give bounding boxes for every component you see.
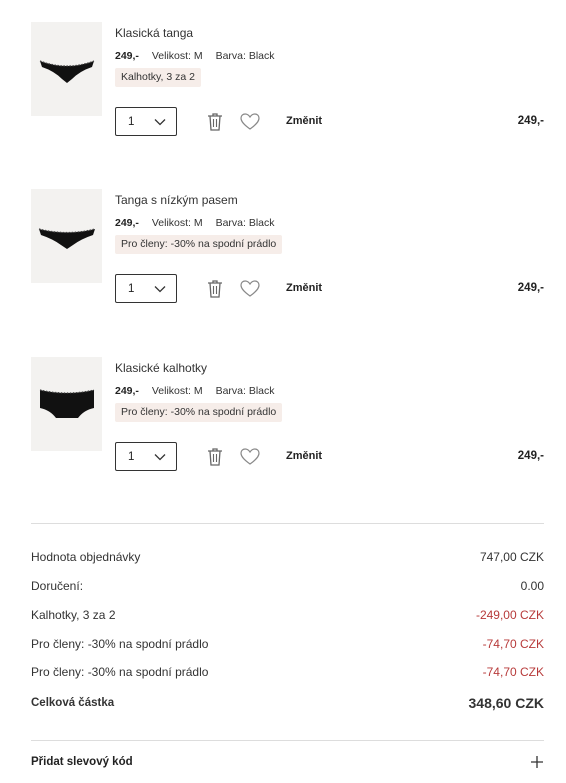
line-total: 249,- [517, 282, 544, 294]
heart-icon[interactable] [240, 113, 260, 131]
coupon-label: Přidat slevový kód [31, 756, 133, 768]
product-color: Barva: Black [215, 50, 275, 62]
promo-badge: Kalhotky, 3 za 2 [115, 68, 201, 87]
change-button[interactable]: Změnit [286, 282, 322, 294]
quantity-select[interactable]: 1 [115, 442, 177, 471]
summary-row-delivery: Doručení: 0.00 [31, 579, 544, 593]
heart-icon[interactable] [240, 448, 260, 466]
summary-value: -74,70 CZK [482, 665, 544, 679]
quantity-value: 1 [128, 282, 135, 295]
cart-item: Tanga s nízkým pasem 249,- Velikost: M B… [0, 189, 566, 329]
summary-value: 0.00 [520, 579, 544, 593]
product-name[interactable]: Klasická tanga [115, 26, 193, 40]
product-name[interactable]: Klasické kalhotky [115, 361, 207, 375]
summary-label: Doručení: [31, 579, 84, 593]
product-color: Barva: Black [215, 217, 275, 229]
divider [31, 523, 544, 524]
summary-row-total: Celková částka 348,60 CZK [31, 695, 544, 711]
product-size: Velikost: M [151, 385, 203, 397]
quantity-value: 1 [128, 450, 135, 463]
thong-icon [39, 60, 94, 83]
summary-row-discount: Pro členy: -30% na spodní prádlo -74,70 … [31, 665, 544, 679]
product-name[interactable]: Tanga s nízkým pasem [115, 193, 238, 207]
product-meta: 249,- Velikost: M Barva: Black [115, 50, 285, 62]
line-total: 249,- [517, 450, 544, 462]
change-button[interactable]: Změnit [286, 450, 322, 462]
trash-icon[interactable] [206, 112, 224, 132]
product-image[interactable] [31, 189, 102, 283]
summary-row-discount: Pro členy: -30% na spodní prádlo -74,70 … [31, 637, 544, 651]
plus-icon [531, 756, 543, 768]
product-size: Velikost: M [151, 50, 203, 62]
divider [31, 740, 544, 741]
product-price: 249,- [115, 385, 139, 397]
product-size: Velikost: M [151, 217, 203, 229]
chevron-down-icon [154, 285, 166, 292]
product-price: 249,- [115, 217, 139, 229]
promo-badge: Pro členy: -30% na spodní prádlo [115, 235, 283, 254]
product-image[interactable] [31, 22, 102, 116]
summary-value: -249,00 CZK [475, 608, 544, 622]
lowrise-thong-icon [38, 228, 95, 249]
summary-label: Kalhotky, 3 za 2 [31, 608, 116, 622]
total-value: 348,60 CZK [468, 695, 544, 711]
cart-item: Klasické kalhotky 249,- Velikost: M Barv… [0, 357, 566, 497]
change-button[interactable]: Změnit [286, 115, 322, 127]
trash-icon[interactable] [206, 279, 224, 299]
product-meta: 249,- Velikost: M Barva: Black [115, 385, 285, 397]
chevron-down-icon [154, 118, 166, 125]
summary-label: Pro členy: -30% na spodní prádlo [31, 637, 209, 651]
quantity-value: 1 [128, 115, 135, 128]
summary-row-order-value: Hodnota objednávky 747,00 CZK [31, 550, 544, 564]
summary-label: Pro členy: -30% na spodní prádlo [31, 665, 209, 679]
quantity-select[interactable]: 1 [115, 274, 177, 303]
total-label: Celková částka [31, 697, 115, 709]
product-color: Barva: Black [215, 385, 275, 397]
summary-row-discount: Kalhotky, 3 za 2 -249,00 CZK [31, 608, 544, 622]
summary-label: Hodnota objednávky [31, 550, 141, 564]
cart-item: Klasická tanga 249,- Velikost: M Barva: … [0, 22, 566, 162]
product-price: 249,- [115, 50, 139, 62]
add-discount-code-button[interactable]: Přidat slevový kód [31, 755, 544, 769]
product-image[interactable] [31, 357, 102, 451]
promo-badge: Pro členy: -30% na spodní prádlo [115, 403, 283, 422]
product-meta: 249,- Velikost: M Barva: Black [115, 217, 285, 229]
heart-icon[interactable] [240, 280, 260, 298]
brief-icon [39, 389, 94, 418]
trash-icon[interactable] [206, 447, 224, 467]
quantity-select[interactable]: 1 [115, 107, 177, 136]
summary-value: 747,00 CZK [479, 550, 544, 564]
summary-value: -74,70 CZK [482, 637, 544, 651]
chevron-down-icon [154, 453, 166, 460]
line-total: 249,- [517, 115, 544, 127]
